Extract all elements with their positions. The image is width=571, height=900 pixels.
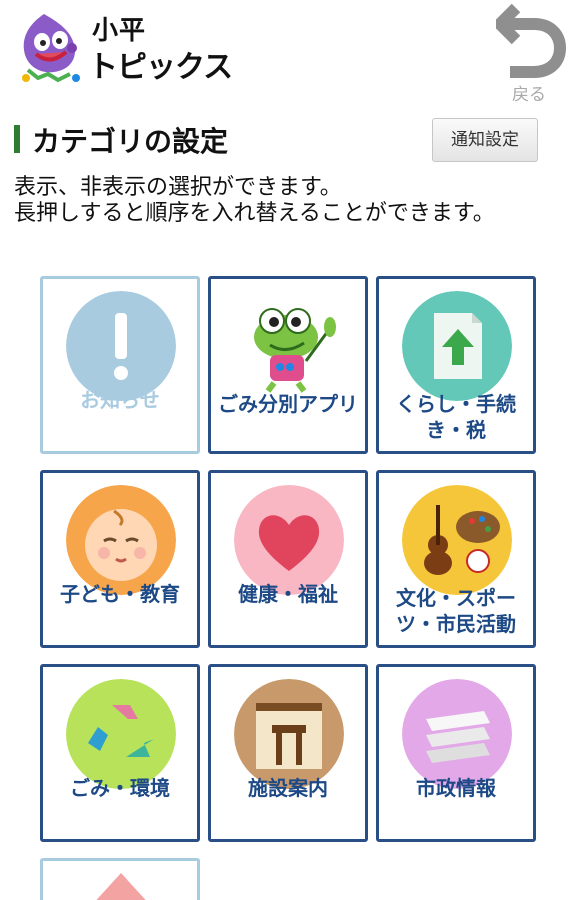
back-label: 戻る [512,85,546,105]
app-header: 小平 トピックス 戻る [0,0,571,110]
category-tile-living[interactable]: くらし・手続き・税 [376,276,536,454]
category-tile-culture[interactable]: 文化・スポーツ・市民活動 [376,470,536,648]
category-tile-garbage-app[interactable]: ごみ分別アプリ [208,276,368,454]
category-tile-facilities[interactable]: 施設案内 [208,664,368,842]
title-accent-bar [14,125,20,153]
category-label: 文化・スポーツ・市民活動 [396,586,516,636]
recycle-icon [66,679,176,789]
category-tile-environment[interactable]: ごみ・環境 [40,664,200,842]
document-arrow-icon [402,291,512,401]
category-label: くらし・手続き・税 [396,392,516,442]
heart-icon [234,485,344,595]
frog-mascot-icon [234,291,344,401]
description-text: 表示、非表示の選択ができます。 長押しすると順序を入れ替えることができます。 [14,175,495,226]
exclamation-icon [66,291,176,401]
back-button[interactable]: 戻る [494,2,568,105]
building-icon [234,679,344,789]
back-arrow-icon [496,3,566,78]
category-tile-city-info[interactable]: 市政情報 [376,664,536,842]
layers-icon [402,679,512,789]
category-label: ごみ・環境 [70,776,170,800]
category-label: 施設案内 [248,776,328,800]
category-label: 健康・福祉 [238,582,338,606]
mascot-logo-icon [14,8,92,86]
page-title: カテゴリの設定 [32,125,229,158]
home-icon [66,867,176,900]
page-description: 表示、非表示の選択ができます。 長押しすると順序を入れ替えることができます。 [14,175,559,227]
category-label: ごみ分別アプリ [218,392,358,416]
category-tile-children[interactable]: 子ども・教育 [40,470,200,648]
category-tile-notices[interactable]: お知らせ [40,276,200,454]
category-tile-partial[interactable] [40,858,200,900]
category-label: 市政情報 [416,776,496,800]
baby-face-icon [66,485,176,595]
category-tile-health[interactable]: 健康・福祉 [208,470,368,648]
notification-settings-button[interactable]: 通知設定 [432,118,538,162]
category-label: 子ども・教育 [60,582,180,606]
app-title-line2: トピックス [88,50,233,85]
category-label: お知らせ [80,388,160,412]
violin-palette-icon [402,485,512,595]
